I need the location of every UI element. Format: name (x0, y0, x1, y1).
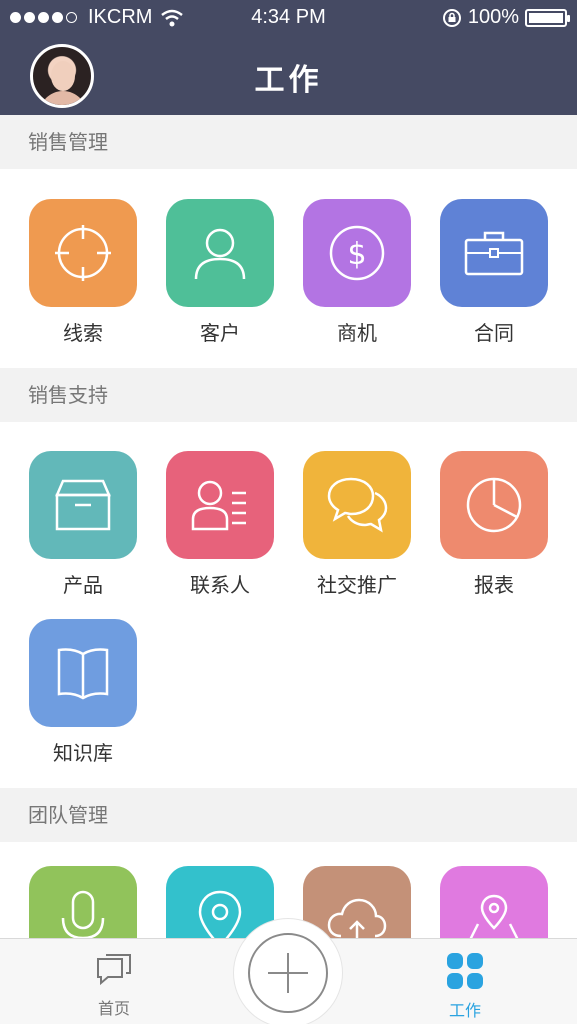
status-bar: IKCRM 4:34 PM 100% (0, 0, 577, 36)
plus-icon (248, 933, 328, 1013)
grid-icon (447, 953, 483, 989)
tile-label: 合同 (474, 321, 514, 345)
briefcase-icon (440, 199, 548, 307)
chat-bubbles-icon (303, 451, 411, 559)
tile-label: 联系人 (190, 573, 250, 597)
add-button[interactable] (233, 918, 343, 1024)
tab-home-label: 首页 (97, 999, 130, 1018)
tile-label: 报表 (474, 573, 514, 597)
tile-leads[interactable]: 线索 (28, 199, 138, 345)
chat-icon (97, 954, 131, 986)
target-icon (29, 199, 137, 307)
section-header-team-management: 团队管理 (0, 788, 577, 842)
tab-home[interactable]: 首页 (74, 953, 154, 1019)
tab-work[interactable]: 工作 (425, 953, 505, 1021)
tile-label: 社交推广 (317, 573, 397, 597)
tab-work-label: 工作 (448, 1001, 481, 1020)
tile-reports[interactable]: 报表 (439, 451, 549, 597)
dollar-icon: $ (303, 199, 411, 307)
tile-products[interactable]: 产品 (28, 451, 138, 597)
tile-label: 产品 (63, 573, 103, 597)
tile-label: 知识库 (53, 741, 113, 765)
tile-social-promotion[interactable]: 社交推广 (302, 451, 412, 597)
top-header: IKCRM 4:34 PM 100% 工作 (0, 0, 577, 115)
tile-knowledge-base[interactable]: 知识库 (28, 619, 138, 765)
page-title: 工作 (254, 63, 323, 98)
tile-opportunities[interactable]: $ 商机 (302, 199, 412, 345)
section-header-sales-support: 销售支持 (0, 368, 577, 422)
battery-percent: 100% (467, 6, 519, 28)
tile-label: 客户 (200, 321, 240, 345)
tile-customers[interactable]: 客户 (165, 199, 275, 345)
box-icon (29, 451, 137, 559)
battery-icon (525, 8, 570, 27)
tile-label: 商机 (337, 321, 377, 345)
book-icon (29, 619, 137, 727)
tile-contracts[interactable]: 合同 (439, 199, 549, 345)
section-header-sales-management: 销售管理 (0, 115, 577, 169)
tile-contacts[interactable]: 联系人 (165, 451, 275, 597)
svg-text:$: $ (347, 237, 366, 272)
rotation-lock-icon (442, 8, 461, 27)
pie-chart-icon (440, 451, 548, 559)
person-icon (166, 199, 274, 307)
tile-label: 线索 (63, 321, 103, 345)
contact-card-icon (166, 451, 274, 559)
